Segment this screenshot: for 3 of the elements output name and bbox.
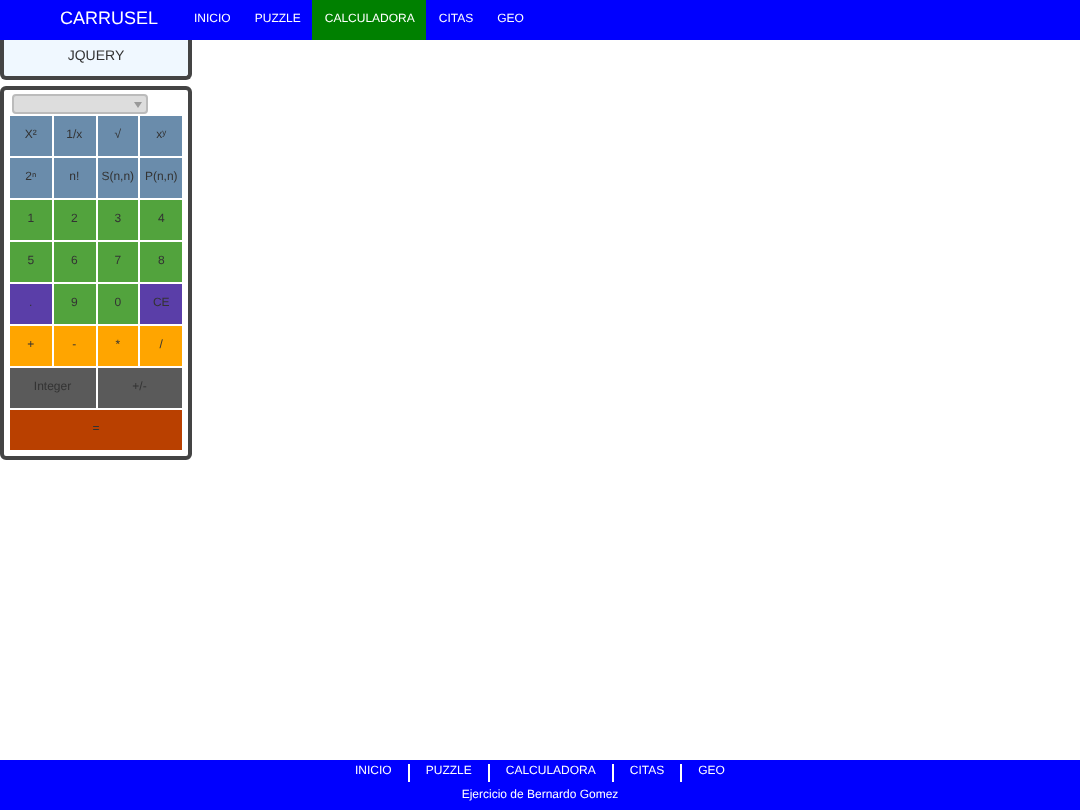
brand-link[interactable]: CARRUSEL xyxy=(60,0,183,40)
caret-icon xyxy=(134,101,142,107)
display-field[interactable] xyxy=(12,94,148,114)
